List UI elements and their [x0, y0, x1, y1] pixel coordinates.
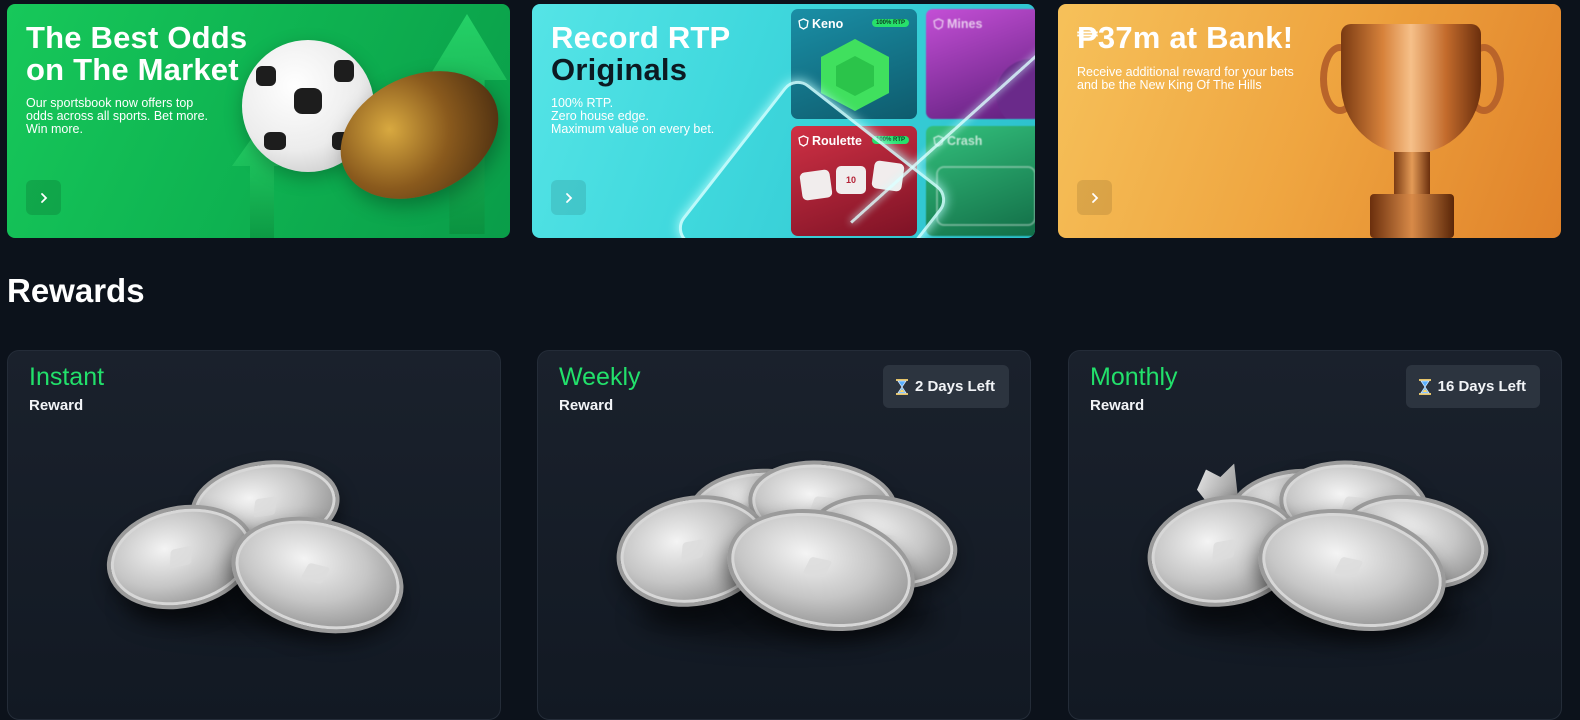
time-left-badge: 2 Days Left — [882, 365, 1009, 408]
reward-type: Monthly — [1090, 363, 1178, 391]
reward-card-monthly[interactable]: Monthly Reward 16 Days Left — [1068, 350, 1562, 720]
banner-title: The Best Odds on The Market — [26, 20, 248, 87]
banner-title: ₱37m at Bank! — [1077, 20, 1294, 55]
banner-description: Receive additional reward for your bets … — [1077, 65, 1294, 92]
shield-logo-icon — [798, 18, 809, 30]
reward-type: Weekly — [559, 363, 641, 391]
time-left-badge: 16 Days Left — [1405, 365, 1540, 408]
rewards-title: Rewards — [7, 272, 145, 309]
coins-image — [1069, 451, 1561, 648]
banner-rtp-originals[interactable]: Keno 100% RTP Mines 10 Roulette 100% RTP — [532, 4, 1035, 238]
chevron-right-icon — [565, 192, 572, 203]
reward-type: Instant — [29, 363, 105, 391]
banner-description: Our sportsbook now offers top odds acros… — [26, 96, 209, 136]
time-left-label: 16 Days Left — [1437, 378, 1526, 395]
banner-king-of-the-hills[interactable]: ₱37m at Bank! Receive additional reward … — [1058, 4, 1561, 238]
reward-card-weekly[interactable]: Weekly Reward 2 Days Left — [537, 350, 1031, 720]
tile-crash: Crash — [926, 126, 1035, 236]
reward-subtitle: Reward — [559, 397, 614, 414]
reward-card-instant[interactable]: Instant Reward — [7, 350, 501, 720]
tile-label: Mines — [947, 17, 983, 31]
time-left-label: 2 Days Left — [914, 378, 995, 395]
coins-image — [8, 450, 500, 651]
banner-next-button[interactable] — [26, 180, 61, 215]
rtp-badge: 100% RTP — [871, 19, 909, 27]
tile-label: Keno — [812, 17, 844, 31]
promo-banners: The Best Odds on The Market Our sportsbo… — [7, 4, 1575, 238]
chevron-right-icon — [40, 192, 47, 203]
hourglass-icon — [1418, 378, 1431, 395]
reward-subtitle: Reward — [1090, 397, 1145, 414]
shield-logo-icon — [933, 18, 944, 30]
banner-next-button[interactable] — [551, 180, 586, 215]
coins-image — [538, 451, 1030, 648]
reward-subtitle: Reward — [29, 397, 84, 414]
banner-title: Record RTP Originals — [551, 20, 731, 87]
banner-next-button[interactable] — [1077, 180, 1112, 215]
chevron-right-icon — [1091, 192, 1098, 203]
banner-description: 100% RTP. Zero house edge. Maximum value… — [551, 96, 715, 136]
banner-sportsbook-odds[interactable]: The Best Odds on The Market Our sportsbo… — [7, 4, 510, 238]
trophy-image — [1341, 24, 1481, 154]
hourglass-icon — [895, 378, 908, 395]
tile-label: Crash — [947, 134, 983, 148]
